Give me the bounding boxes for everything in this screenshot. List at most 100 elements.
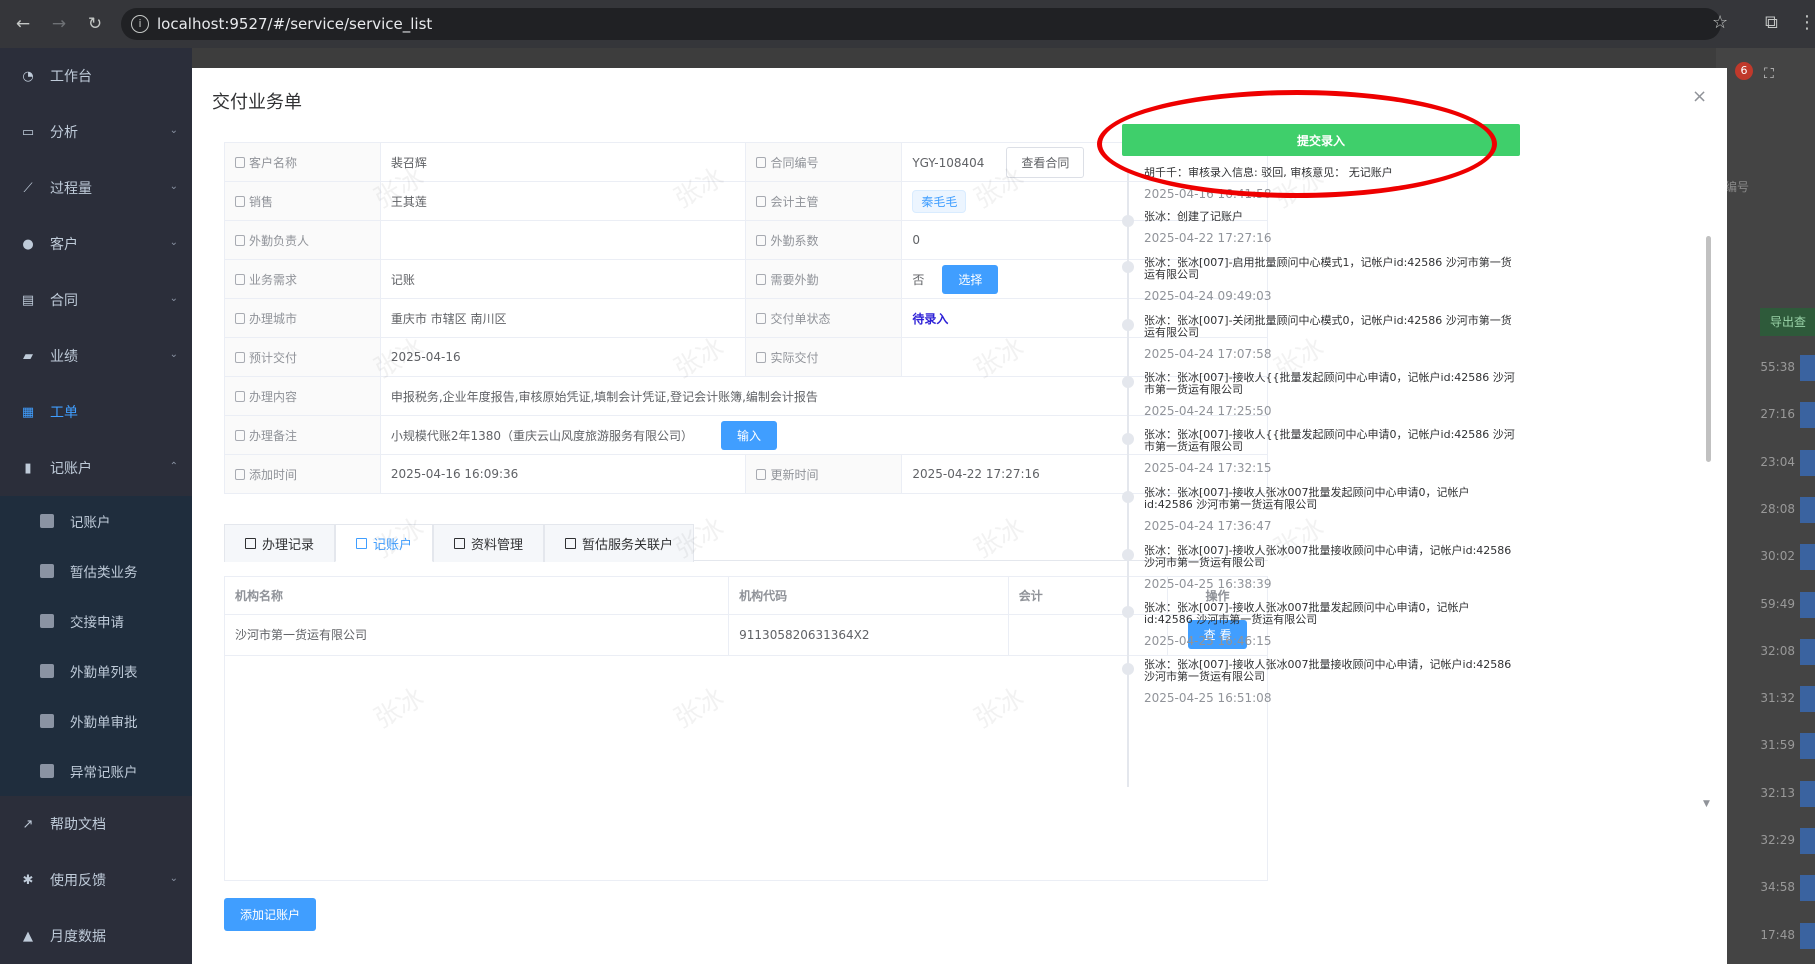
sidebar-item-0[interactable]: ◔ 工作台	[0, 48, 192, 104]
field-value-text: 2025-04-22 17:27:16	[912, 467, 1040, 481]
chevron-down-icon: ⌄	[169, 181, 178, 192]
field-label-text: 外勤负责人	[249, 233, 310, 248]
select-button[interactable]: 选择	[942, 264, 999, 294]
background-time: 32:08	[1760, 643, 1795, 658]
view-contract-button[interactable]: 查看合同	[1006, 146, 1085, 178]
field-icon	[235, 195, 245, 207]
sidebar-subitem-3[interactable]: 外勤单列表	[0, 646, 192, 696]
book-icon	[40, 764, 54, 778]
table-header: 机构名称	[225, 577, 730, 615]
info-table: 客户名称 裴召辉 合同编号 YGY-108404 查看合同 销售 王其莲 会计主管 秦毛毛 外勤负…	[224, 142, 1269, 494]
calendar-icon	[356, 537, 368, 549]
field-value-text: 记账	[390, 272, 415, 287]
bug-icon: ✱	[22, 872, 34, 888]
timeline-item: 张冰：张冰[007]-接收人张冰007批量接收顾问中心申请，记帐户id:4258…	[1122, 545, 1518, 591]
background-row-button	[1800, 638, 1815, 665]
tab-3[interactable]: 暂估服务关联户	[544, 524, 695, 562]
close-icon[interactable]: ×	[1692, 86, 1707, 107]
sidebar-item-label: 工作台	[50, 69, 92, 85]
activity-timeline: 胡千千：审核录入信息: 驳回, 审核意见： 无记账户 2025-04-16 16:…	[1122, 167, 1520, 787]
url-text: localhost:9527/#/service/service_list	[157, 15, 433, 33]
extensions-icon[interactable]: ⧉	[1765, 12, 1778, 33]
sidebar-subitem-1[interactable]: 暂估类业务	[0, 546, 192, 596]
field-icon	[756, 312, 767, 324]
calendar-icon	[454, 538, 466, 549]
field-label: 办理内容	[224, 376, 381, 416]
timeline-dot	[1122, 663, 1134, 675]
document-icon: ▤	[21, 292, 35, 308]
sidebar-item-7[interactable]: ▮ 记账户 ⌃	[0, 440, 192, 496]
sidebar-submenu: 记账户 暂估类业务 交接申请外勤单列表外勤单审批 异常记账户	[0, 496, 192, 796]
tab-0[interactable]: 办理记录	[224, 524, 336, 562]
add-account-button[interactable]: 添加记账户	[224, 898, 317, 931]
sidebar-subitem-label: 外勤单列表	[70, 665, 138, 681]
field-label-text: 添加时间	[249, 467, 298, 482]
org-name: 沙河市第一货运有限公司	[225, 614, 730, 656]
sidebar-item-label: 业绩	[50, 349, 78, 365]
sidebar-subitem-4[interactable]: 外勤单审批	[0, 696, 192, 746]
scroll-down-icon[interactable]: ▼	[1703, 799, 1710, 809]
background-time: 55:38	[1760, 360, 1795, 374]
book-icon	[40, 564, 54, 578]
timeline-text: 张冰：张冰[007]-接收人张冰007批量发起顾问中心申请0，记帐户id:425…	[1144, 486, 1470, 511]
timeline-dot	[1122, 433, 1134, 445]
info-row: 业务需求 记账 需要外勤 否 选择	[224, 259, 1268, 299]
background-row-button	[1800, 875, 1815, 902]
field-label-text: 业务需求	[249, 272, 298, 287]
fullscreen-icon[interactable]: ⛶	[1764, 66, 1774, 82]
export-button[interactable]: 导出查	[1760, 308, 1815, 336]
manager-tag: 秦毛毛	[912, 189, 967, 213]
sidebar-item-3[interactable]: ● 客户 ⌄	[0, 216, 192, 272]
sidebar-bottom-item-1[interactable]: ✱ 使用反馈 ⌄	[0, 852, 192, 908]
tab-1[interactable]: 记账户	[335, 524, 434, 562]
reload-icon[interactable]: ↻	[82, 11, 108, 37]
sidebar-bottom-item-0[interactable]: ↗ 帮助文档	[0, 796, 192, 852]
sidebar-subitem-0[interactable]: 记账户	[0, 496, 192, 546]
background-time: 32:29	[1760, 833, 1795, 847]
dialog-title: 交付业务单	[212, 92, 302, 113]
sidebar-item-5[interactable]: ▰ 业绩 ⌄	[0, 328, 192, 384]
timeline-text: 张冰：张冰[007]-接收人{{批量发起顾问中心申请0，记帐户id:42586 …	[1144, 371, 1515, 396]
field-icon	[235, 429, 245, 441]
sidebar-bottom-item-2[interactable]: ▲ 月度数据	[0, 908, 192, 964]
timeline-item: 张冰：张冰[007]-接收人{{批量发起顾问中心申请0，记帐户id:42586 …	[1122, 372, 1518, 418]
info-row: 办理城市 重庆市 市辖区 南川区 交付单状态 待录入	[224, 298, 1268, 338]
field-label: 实际交付	[745, 337, 903, 377]
timeline-time: 2025-04-25 16:51:08	[1144, 691, 1272, 705]
tab-2[interactable]: 资料管理	[433, 524, 545, 562]
sidebar-item-6[interactable]: ▦ 工单	[0, 384, 192, 440]
background-time: 31:59	[1760, 738, 1795, 753]
table-header-row: 机构名称 机构代码 会计 操作	[225, 577, 1267, 615]
info-row: 办理备注 小规模代账2年1380（重庆云山风度旅游服务有限公司） 输入	[224, 415, 1269, 455]
back-icon[interactable]: ←	[10, 11, 36, 37]
field-label: 更新时间	[745, 454, 903, 494]
input-button[interactable]: 输入	[721, 420, 778, 450]
sidebar-subitem-2[interactable]: 交接申请	[0, 596, 192, 646]
timeline-item: 张冰：创建了记账户 2025-04-22 17:27:16	[1122, 211, 1518, 245]
book-icon	[40, 714, 54, 728]
forward-icon[interactable]: →	[46, 11, 72, 37]
more-menu-icon[interactable]: ⋮	[1798, 12, 1815, 33]
info-row: 添加时间 2025-04-16 16:09:36 更新时间 2025-04-22 17…	[224, 454, 1268, 494]
timeline-scrollbar[interactable]	[1706, 236, 1711, 462]
bookmark-star-icon[interactable]: ☆	[1712, 12, 1728, 33]
background-row-button	[1800, 828, 1815, 854]
timeline-time: 2025-04-24 09:49:03	[1144, 289, 1272, 303]
chevron-down-icon: ⌄	[169, 125, 178, 136]
background-row-button	[1800, 591, 1815, 618]
timeline-time: 2025-04-22 17:27:16	[1144, 231, 1272, 245]
background-row-button	[1800, 544, 1815, 571]
field-label-text: 实际交付	[770, 350, 819, 365]
sidebar-item-2[interactable]: ⟋ 过程量 ⌄	[0, 160, 192, 216]
dashboard-icon: ◔	[22, 68, 34, 84]
field-label-text: 更新时间	[770, 467, 819, 482]
site-info-icon[interactable]: i	[131, 15, 149, 33]
sidebar-item-1[interactable]: ▭ 分析 ⌄	[0, 104, 192, 160]
timeline-time: 2025-04-24 17:32:15	[1144, 461, 1272, 475]
timeline-text: 张冰：张冰[007]-接收人张冰007批量接收顾问中心申请，记帐户id:4258…	[1144, 544, 1512, 569]
address-bar[interactable]: i localhost:9527/#/service/service_list	[121, 8, 1721, 40]
sidebar-item-4[interactable]: ▤ 合同 ⌄	[0, 272, 192, 328]
chevron-down-icon: ⌄	[169, 293, 178, 304]
sidebar-subitem-5[interactable]: 异常记账户	[0, 746, 192, 796]
table-row: 沙河市第一货运有限公司 911305820631364X2 查 看	[225, 614, 1267, 656]
